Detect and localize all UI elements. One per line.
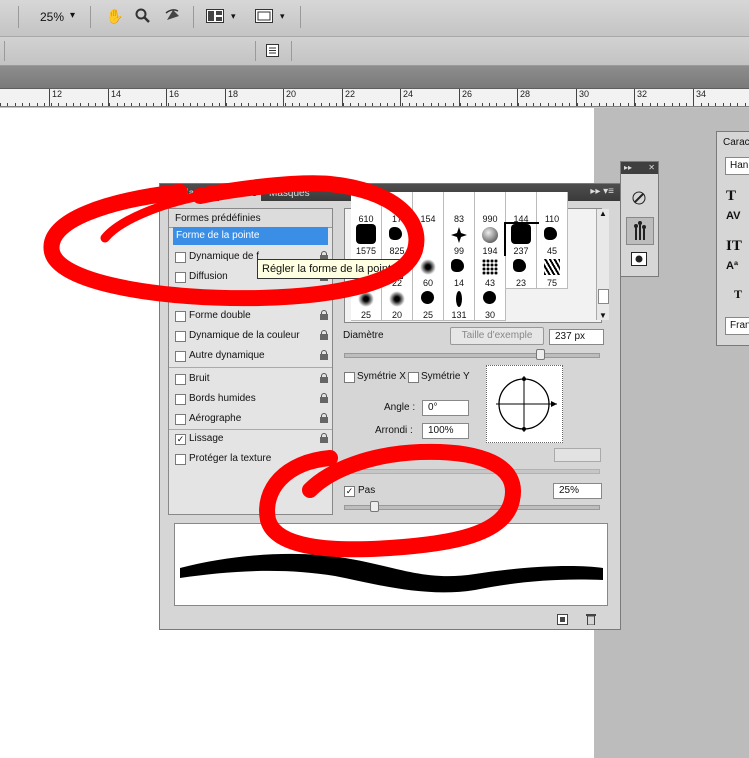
red-annotation-scribbles: [43, 175, 521, 558]
